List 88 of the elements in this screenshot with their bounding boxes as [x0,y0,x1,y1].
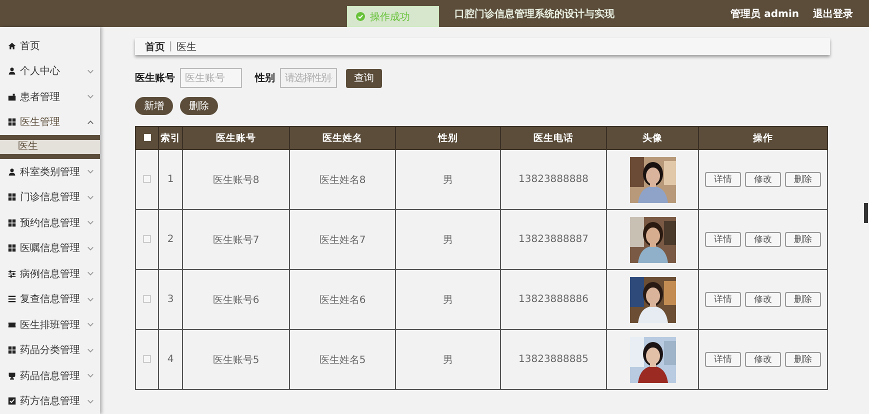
column-header: 性别 [396,126,500,150]
column-header: 头像 [606,126,698,150]
search-button[interactable]: 查询 [346,68,382,88]
table-cell: 13823888888 [500,150,606,210]
field-label: 医生账号 [135,72,175,85]
column-header: 医生姓名 [290,126,396,150]
grid-icon [8,118,16,126]
table-cell: 医生姓名5 [290,330,396,390]
submenu-item[interactable]: 医生 [0,140,100,154]
menu-item[interactable]: 门诊信息管理 [0,184,100,210]
column-header: 医生电话 [500,126,606,150]
table-cell: 男 [396,210,500,270]
row-action-button[interactable]: 删除 [785,172,821,187]
table-cell: 医生账号7 [182,210,290,270]
cup-icon [8,372,16,380]
grid-icon [8,346,16,354]
breadcrumb-separator: | [169,41,172,52]
row-checkbox[interactable] [143,355,151,364]
table-cell: 13823888886 [500,270,606,330]
breadcrumb-item[interactable]: 首页 [145,40,165,54]
field-label: 性别 [255,72,275,85]
column-header: 医生账号 [182,126,290,150]
row-action-button[interactable]: 删除 [785,292,821,307]
ticket-icon [8,320,16,329]
table-cell: 1 [158,150,182,210]
menu-item[interactable]: 首页 [0,33,100,58]
user-icon [8,67,16,76]
column-header: 索引 [158,126,182,150]
row-action-button[interactable]: 删除 [785,352,821,367]
grid-icon [8,218,16,227]
select-all-checkbox[interactable] [144,134,150,142]
grid-icon [8,193,16,202]
home-icon [8,42,16,50]
toast-message: 操作成功 [370,10,410,24]
check-icon [356,12,365,21]
menu-item[interactable]: 复查信息管理 [0,286,100,312]
row-action-button[interactable]: 修改 [745,352,781,367]
menu-item[interactable]: 患者管理 [0,84,100,110]
grid-icon [8,244,16,252]
user-label: 管理员 admin [730,8,799,20]
column-header: 操作 [698,126,828,150]
row-action-button[interactable]: 详情 [705,172,741,187]
table-cell: 13823888885 [500,330,606,390]
table-cell: 男 [396,150,500,210]
list-icon [8,295,16,304]
table-cell: 医生姓名7 [290,210,396,270]
table-cell: 医生账号5 [182,330,290,390]
menu-item[interactable]: 药品分类管理 [0,338,100,363]
menu-item[interactable]: 医嘱信息管理 [0,236,100,261]
sliders-icon [8,270,16,278]
app-title: 口腔门诊信息管理系统的设计与实现 [454,7,614,20]
account-input-field[interactable]: 医生账号 [180,68,242,88]
menu-item[interactable]: 个人中心 [0,58,100,84]
table-cell: 13823888887 [500,210,606,270]
row-action-button[interactable]: 详情 [705,292,741,307]
table-cell: 4 [158,330,182,390]
row-action-button[interactable]: 删除 [785,232,821,247]
table-cell: 3 [158,270,182,330]
row-action-button[interactable]: 修改 [745,172,781,187]
row-action-button[interactable]: 修改 [745,232,781,247]
table-cell: 男 [396,270,500,330]
table-cell: 2 [158,210,182,270]
table-cell: 医生姓名8 [290,150,396,210]
table-cell: 医生姓名6 [290,270,396,330]
row-action-button[interactable]: 详情 [705,232,741,247]
table-cell: 医生账号6 [182,270,290,330]
menu-item[interactable]: 科室类别管理 [0,159,100,184]
toolbar-button[interactable]: 新增 [135,97,173,115]
menu-item[interactable]: 药品信息管理 [0,363,100,388]
menu-item[interactable]: 药方信息管理 [0,388,100,414]
table-cell: 医生账号8 [182,150,290,210]
row-checkbox[interactable] [143,235,151,244]
row-action-button[interactable]: 详情 [705,352,741,367]
breadcrumb-item[interactable]: 医生 [176,40,196,54]
briefcase-icon [8,92,16,101]
toolbar-button[interactable]: 删除 [180,97,218,115]
logout-link[interactable]: 退出登录 [813,6,853,20]
scroll-handle[interactable] [864,203,868,223]
checkbox-icon [8,397,16,406]
row-checkbox[interactable] [143,295,151,304]
row-checkbox[interactable] [143,175,151,184]
user-icon [8,168,16,176]
menu-item[interactable]: 病例信息管理 [0,261,100,286]
row-action-button[interactable]: 修改 [745,292,781,307]
menu-item[interactable]: 医生排班管理 [0,312,100,338]
menu-item[interactable]: 预约信息管理 [0,210,100,236]
menu-item[interactable]: 医生管理 [0,110,100,135]
table-cell: 男 [396,330,500,390]
